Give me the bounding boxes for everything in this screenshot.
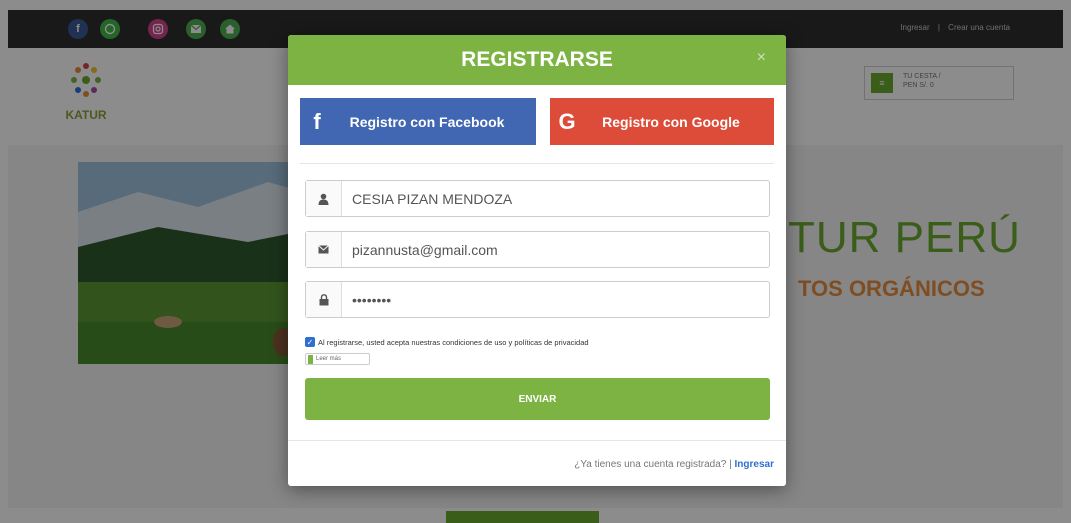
google-register-button[interactable]: G Registro con Google <box>550 98 774 145</box>
envelope-icon <box>306 232 342 267</box>
submit-button[interactable]: ENVIAR <box>305 378 770 420</box>
lock-icon <box>306 282 342 317</box>
divider <box>300 163 774 164</box>
user-icon <box>306 181 342 216</box>
login-prompt: ¿Ya tienes una cuenta registrada? | Ingr… <box>574 459 774 470</box>
submit-label: ENVIAR <box>518 393 557 405</box>
read-more-label: Leer más <box>316 356 342 362</box>
name-input[interactable] <box>342 181 769 216</box>
terms-checkbox[interactable]: ✓ <box>305 337 315 347</box>
terms-row: ✓ Al registrarse, usted acepta nuestras … <box>305 337 589 347</box>
read-more-button[interactable]: Leer más <box>305 353 370 365</box>
password-field <box>305 281 770 318</box>
facebook-icon: f <box>313 108 321 134</box>
google-register-label: Registro con Google <box>602 113 740 130</box>
facebook-register-label: Registro con Facebook <box>349 113 505 130</box>
close-icon[interactable]: × <box>757 49 766 67</box>
name-field <box>305 180 770 217</box>
document-icon <box>308 354 313 364</box>
login-link-modal[interactable]: Ingresar <box>735 459 774 470</box>
password-input[interactable] <box>342 282 769 317</box>
login-question: ¿Ya tienes una cuenta registrada? | <box>574 459 732 470</box>
modal-title: REGISTRARSE <box>461 48 613 71</box>
email-field <box>305 231 770 268</box>
register-modal: REGISTRARSE × f Registro con Facebook G … <box>288 35 786 486</box>
facebook-register-button[interactable]: f Registro con Facebook <box>300 98 536 145</box>
email-input[interactable] <box>342 232 769 267</box>
modal-header: REGISTRARSE × <box>288 35 786 85</box>
google-icon: G <box>558 108 576 134</box>
terms-text: Al registrarse, usted acepta nuestras co… <box>318 337 589 347</box>
modal-footer: ¿Ya tienes una cuenta registrada? | Ingr… <box>288 440 786 486</box>
